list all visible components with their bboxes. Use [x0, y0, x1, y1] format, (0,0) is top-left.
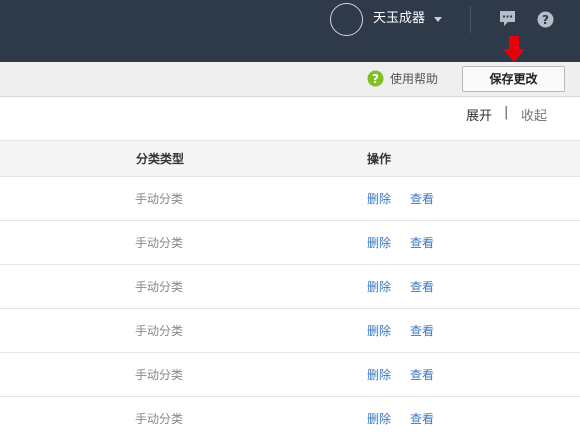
category-type-cell: 手动分类	[135, 412, 184, 426]
view-link[interactable]: 查看	[410, 322, 434, 339]
table-row: 手动分类 删除 查看	[0, 397, 580, 435]
help-link-label: 使用帮助	[390, 71, 439, 86]
shop-name[interactable]: 天玉成器	[373, 10, 425, 28]
message-icon[interactable]	[499, 10, 516, 27]
view-link[interactable]: 查看	[410, 190, 434, 207]
collapse-all-link[interactable]: 收起	[521, 105, 547, 124]
save-changes-button[interactable]: 保存更改	[462, 66, 565, 92]
action-toolbar: ? 使用帮助 保存更改	[0, 62, 580, 97]
view-link[interactable]: 查看	[410, 234, 434, 251]
tree-controls: 展开 | 收起	[0, 97, 580, 141]
separator: |	[504, 105, 509, 120]
table-header: 分类类型 操作	[0, 141, 580, 177]
chevron-down-icon[interactable]	[434, 17, 442, 22]
delete-link[interactable]: 删除	[367, 410, 391, 427]
category-type-cell: 手动分类	[135, 368, 184, 382]
question-icon: ?	[367, 70, 384, 86]
category-type-cell: 手动分类	[135, 192, 184, 206]
avatar[interactable]	[330, 3, 363, 36]
red-arrow-down-icon	[503, 36, 525, 62]
delete-link[interactable]: 删除	[367, 278, 391, 295]
top-navigation-bar: 天玉成器 ?	[0, 0, 580, 62]
expand-all-link[interactable]: 展开	[466, 105, 492, 124]
table-row: 手动分类 删除 查看	[0, 221, 580, 265]
divider	[470, 6, 471, 33]
view-link[interactable]: 查看	[410, 410, 434, 427]
column-header-actions: 操作	[367, 152, 392, 166]
table-row: 手动分类 删除 查看	[0, 177, 580, 221]
view-link[interactable]: 查看	[410, 366, 434, 383]
svg-text:?: ?	[542, 13, 549, 27]
delete-link[interactable]: 删除	[367, 322, 391, 339]
svg-text:?: ?	[372, 72, 379, 86]
table-row: 手动分类 删除 查看	[0, 309, 580, 353]
delete-link[interactable]: 删除	[367, 234, 391, 251]
table-row: 手动分类 删除 查看	[0, 265, 580, 309]
help-link[interactable]: ? 使用帮助	[367, 68, 438, 88]
category-type-cell: 手动分类	[135, 324, 184, 338]
help-circle-icon[interactable]: ?	[537, 11, 554, 28]
delete-link[interactable]: 删除	[367, 190, 391, 207]
delete-link[interactable]: 删除	[367, 366, 391, 383]
category-type-cell: 手动分类	[135, 280, 184, 294]
view-link[interactable]: 查看	[410, 278, 434, 295]
column-header-type: 分类类型	[136, 152, 185, 166]
category-type-cell: 手动分类	[135, 236, 184, 250]
table-row: 手动分类 删除 查看	[0, 353, 580, 397]
